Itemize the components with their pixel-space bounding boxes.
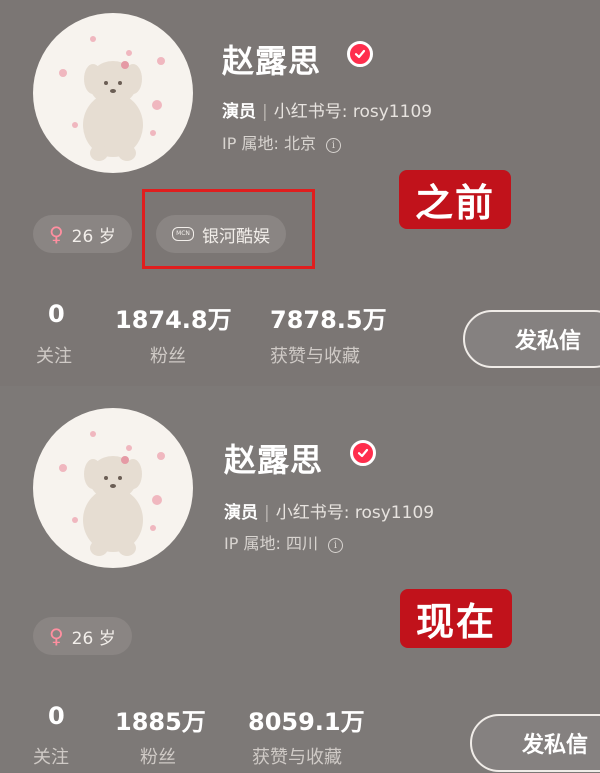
profile-meta: 演员 | 小红书号: rosy1109 (224, 498, 434, 523)
verified-check-icon (347, 41, 373, 67)
ip-location: IP 属地: 四川 i (224, 530, 343, 554)
age-chip: ♀ 26 岁 (33, 617, 132, 655)
puppy-illustration (59, 431, 165, 556)
likes-count: 7878.5万 (270, 306, 387, 334)
age-text: 26 岁 (71, 226, 116, 247)
avatar[interactable] (33, 408, 193, 568)
divider: | (262, 102, 268, 122)
puppy-illustration (59, 36, 165, 161)
id-value: rosy1109 (354, 503, 435, 523)
profile-meta: 演员 | 小红书号: rosy1109 (222, 97, 432, 122)
likes-label[interactable]: 获赞与收藏 (270, 342, 360, 368)
ip-location: IP 属地: 北京 i (222, 130, 341, 154)
following-label[interactable]: 关注 (36, 342, 72, 368)
female-icon: ♀ (49, 624, 64, 648)
likes-label[interactable]: 获赞与收藏 (252, 743, 342, 769)
after-label: 现在 (400, 589, 513, 648)
following-count: 0 (48, 702, 65, 730)
ip-value: 四川 (285, 534, 318, 553)
divider: | (264, 503, 270, 523)
before-label: 之前 (399, 170, 512, 229)
following-count: 0 (48, 300, 65, 328)
fans-count: 1885万 (115, 708, 206, 736)
message-button[interactable]: 发私信 (463, 310, 600, 368)
id-label: 小红书号: (275, 503, 350, 523)
profile-after-panel: 赵露思 演员 | 小红书号: rosy1109 IP 属地: 四川 i 现在 ♀ 26 … (0, 386, 600, 772)
message-button[interactable]: 发私信 (470, 714, 600, 772)
info-icon[interactable]: i (327, 538, 343, 553)
highlight-box (142, 189, 315, 269)
profile-before-panel: 赵露思 演员 | 小红书号: rosy1109 IP 属地: 北京 i ♀ 26 岁 M… (0, 0, 600, 386)
avatar[interactable] (33, 13, 193, 173)
info-icon[interactable]: i (325, 138, 341, 153)
verified-check-icon (350, 440, 376, 466)
id-value: rosy1109 (352, 102, 433, 122)
fans-count: 1874.8万 (115, 306, 232, 334)
age-text: 26 岁 (71, 628, 116, 649)
likes-count: 8059.1万 (248, 708, 365, 736)
female-icon: ♀ (49, 222, 64, 246)
fans-label[interactable]: 粉丝 (140, 743, 176, 769)
profile-name: 赵露思 (224, 441, 324, 479)
profile-name: 赵露思 (222, 42, 322, 80)
ip-label: IP 属地: (224, 534, 281, 553)
ip-value: 北京 (283, 134, 316, 153)
following-label[interactable]: 关注 (33, 743, 69, 769)
age-chip: ♀ 26 岁 (33, 215, 132, 253)
ip-label: IP 属地: (222, 134, 279, 153)
profile-role: 演员 (222, 102, 256, 122)
fans-label[interactable]: 粉丝 (150, 342, 186, 368)
profile-role: 演员 (224, 503, 258, 523)
id-label: 小红书号: (273, 102, 348, 122)
